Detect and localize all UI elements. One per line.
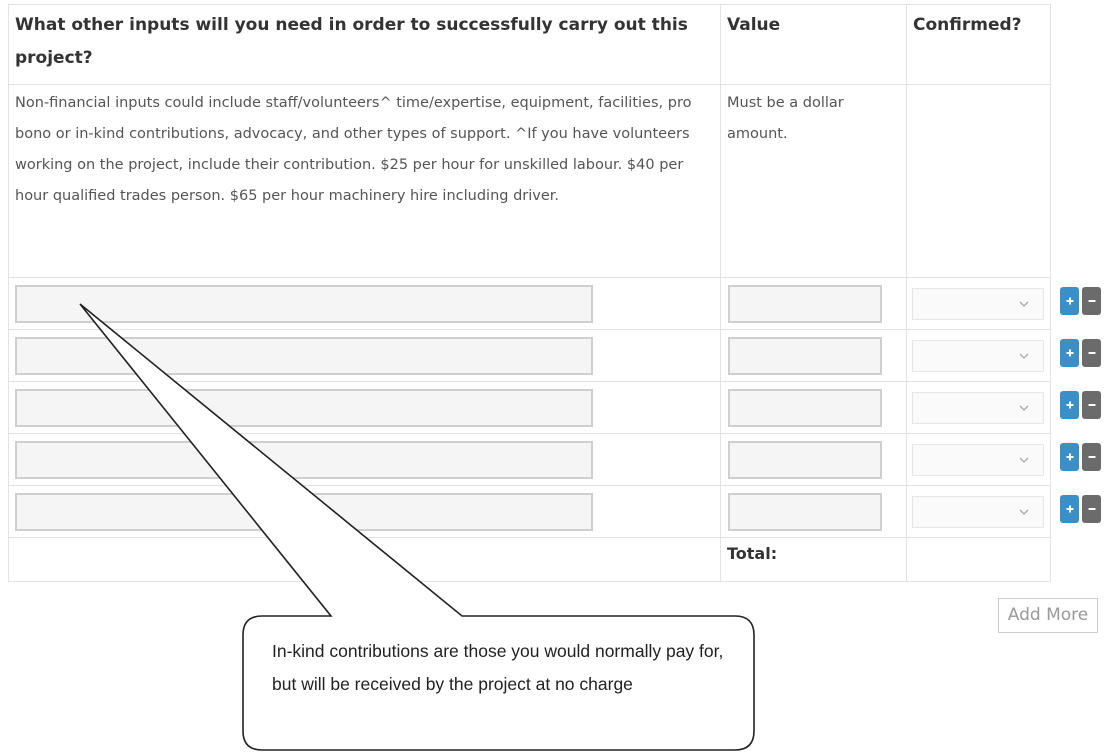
callout-text: In-kind contributions are those you woul… <box>272 641 724 694</box>
